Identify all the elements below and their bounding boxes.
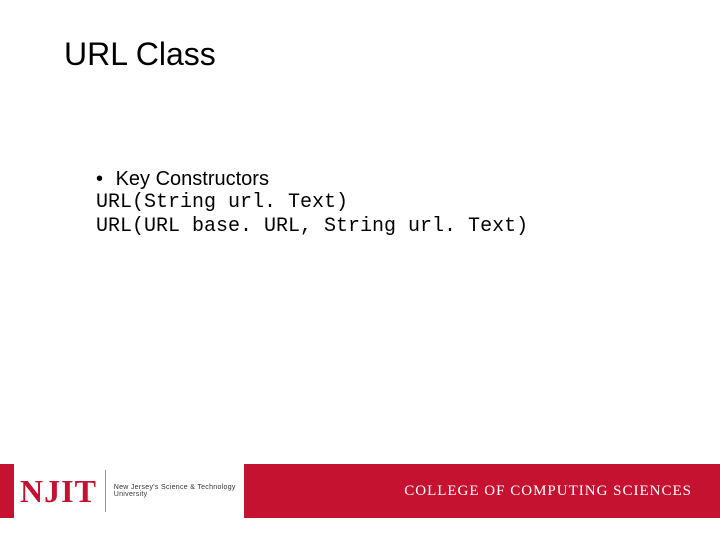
code-line-2: URL(URL base. URL, String url. Text) bbox=[96, 215, 660, 239]
slide: URL Class • Key Constructors URL(String … bbox=[0, 0, 720, 540]
code-line-1: URL(String url. Text) bbox=[96, 191, 660, 215]
njit-logo-block: NJIT New Jersey's Science & Technology U… bbox=[14, 470, 244, 512]
bullet-icon: • bbox=[96, 168, 110, 191]
njit-subtitle: New Jersey's Science & Technology Univer… bbox=[114, 484, 244, 499]
bullet-item: • Key Constructors bbox=[96, 168, 660, 191]
slide-content: • Key Constructors URL(String url. Text)… bbox=[96, 168, 660, 239]
bullet-label: Key Constructors bbox=[116, 168, 269, 190]
divider bbox=[105, 470, 106, 512]
college-name: COLLEGE OF COMPUTING SCIENCES bbox=[404, 483, 692, 500]
page-title: URL Class bbox=[64, 36, 216, 73]
njit-logo: NJIT New Jersey's Science & Technology U… bbox=[14, 456, 244, 526]
njit-mark: NJIT bbox=[20, 473, 97, 510]
